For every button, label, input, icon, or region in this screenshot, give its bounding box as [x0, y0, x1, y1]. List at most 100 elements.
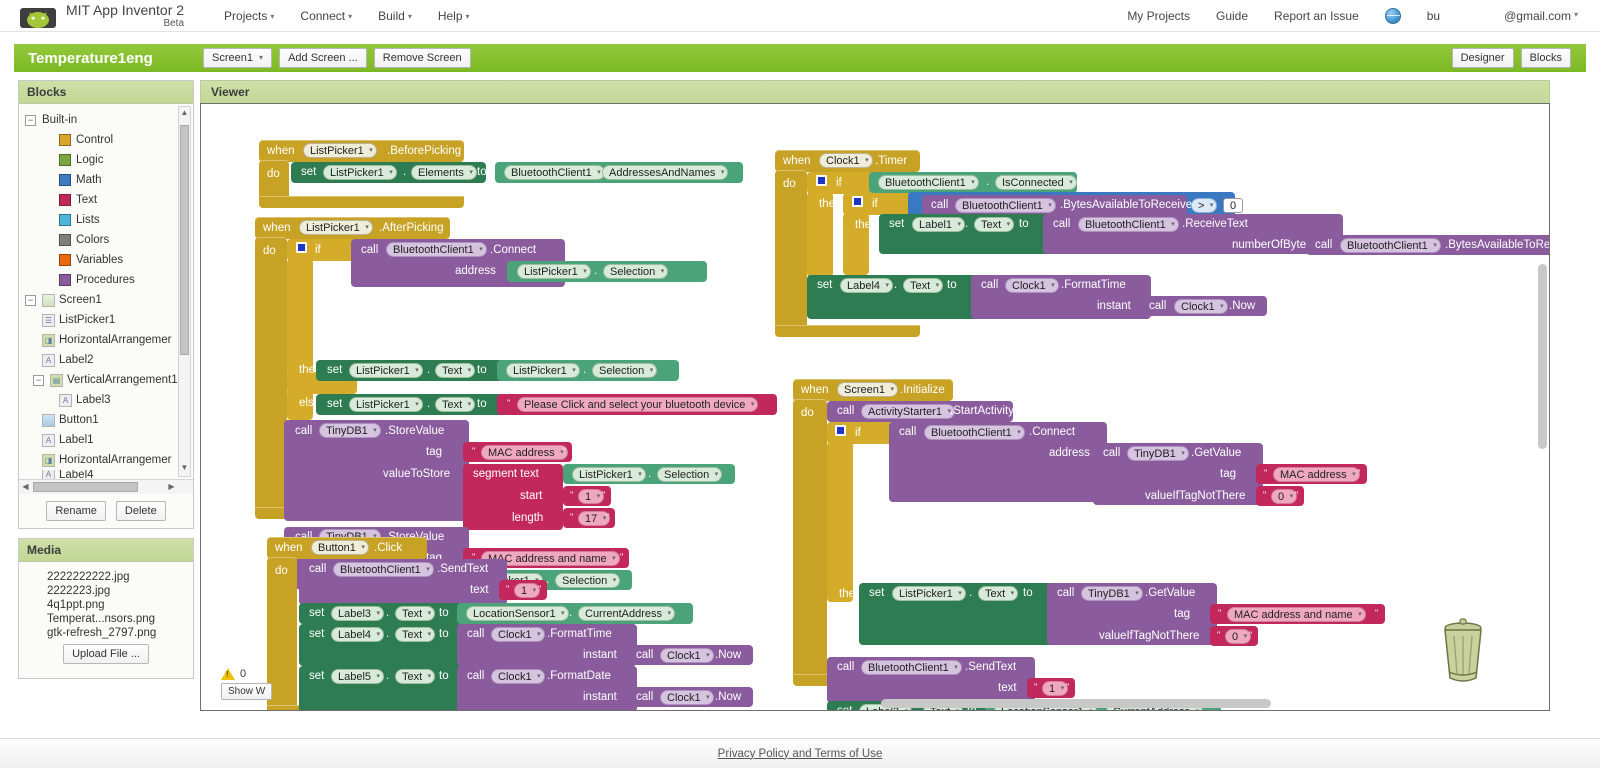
tree-node-verticalarrangement1[interactable]: − ▤ VerticalArrangement1: [25, 370, 193, 390]
set3-call-component-field[interactable]: Clock1: [491, 669, 545, 684]
tree-node-button1[interactable]: Button1: [25, 410, 193, 430]
account-menu[interactable]: bu @gmail.com ▾: [1427, 9, 1578, 23]
blocks-button[interactable]: Blocks: [1520, 48, 1571, 68]
menu-connect[interactable]: Connect ▾: [300, 9, 352, 23]
value-property-field[interactable]: AddressesAndNames: [602, 165, 729, 180]
then-set-component-field[interactable]: ListPicker1: [892, 586, 966, 601]
set2-property-field[interactable]: Text: [395, 627, 436, 642]
set2-property-field[interactable]: Text: [903, 278, 944, 293]
recv-component-field[interactable]: BluetoothClient1: [1078, 217, 1179, 232]
media-item[interactable]: 4q1ppt.png: [19, 598, 193, 612]
if-property-field[interactable]: IsConnected: [995, 175, 1077, 190]
then-value-property-field[interactable]: Selection: [592, 363, 658, 378]
store2-value-property-field[interactable]: Selection: [555, 573, 621, 588]
media-item[interactable]: 2222223.jpg: [19, 584, 193, 598]
scroll-left-icon[interactable]: ◀: [20, 482, 31, 492]
activity-component-field[interactable]: ActivityStarter1: [861, 404, 955, 419]
then-getvalue-tag-field[interactable]: MAC address and name: [1227, 607, 1366, 622]
tree-node-listpicker1[interactable]: ☰ ListPicker1: [25, 310, 193, 330]
designer-button[interactable]: Designer: [1451, 48, 1514, 68]
set3-component-field[interactable]: Label5: [331, 669, 385, 684]
link-my-projects[interactable]: My Projects: [1127, 9, 1190, 23]
set2-call-component-field[interactable]: Clock1: [1005, 278, 1059, 293]
set1-value-property-field[interactable]: CurrentAddress: [578, 606, 676, 621]
then-getvalue-component-field[interactable]: TinyDB1: [1081, 586, 1143, 601]
tree-node-horizontalarrangement-2[interactable]: ◨ HorizontalArrangemer: [25, 450, 193, 470]
add-screen-button[interactable]: Add Screen ...: [279, 48, 367, 68]
start-value-field[interactable]: 1: [578, 489, 605, 504]
call-component-field[interactable]: BluetoothClient1: [386, 242, 487, 257]
getvalue-default-field[interactable]: 0: [1271, 489, 1298, 504]
tree-vertical-scrollbar[interactable]: ▲ ▼: [178, 106, 191, 477]
tree-node-label4[interactable]: A Label4: [25, 470, 193, 479]
getvalue-component-field[interactable]: TinyDB1: [1127, 446, 1189, 461]
scroll-down-icon[interactable]: ▼: [180, 463, 189, 475]
tree-node-label2[interactable]: A Label2: [25, 350, 193, 370]
if-mutator-icon[interactable]: [296, 242, 307, 253]
globe-icon[interactable]: [1384, 7, 1401, 24]
then-set-property-field[interactable]: Text: [435, 363, 476, 378]
compare-operator-field[interactable]: >: [1191, 198, 1218, 213]
if-component-field[interactable]: BluetoothClient1: [878, 175, 979, 190]
tree-node-logic[interactable]: Logic: [25, 150, 193, 170]
scrollbar-thumb[interactable]: [33, 482, 138, 492]
tree-node-variables[interactable]: Variables: [25, 250, 193, 270]
event-component-field[interactable]: Clock1: [819, 153, 873, 168]
address-component-field[interactable]: ListPicker1: [517, 264, 591, 279]
inner-call-component-field[interactable]: BluetoothClient1: [955, 198, 1056, 213]
menu-build[interactable]: Build ▾: [378, 9, 412, 23]
set-component-field[interactable]: ListPicker1: [323, 165, 397, 180]
screen-selector[interactable]: Screen1 ▾: [203, 48, 273, 68]
then-set-component-field[interactable]: ListPicker1: [349, 363, 423, 378]
set-label1-property-field[interactable]: Text: [974, 217, 1015, 232]
tree-node-procedures[interactable]: Procedures: [25, 270, 193, 290]
tree-node-screen1[interactable]: − Screen1: [25, 290, 193, 310]
send-component-field[interactable]: BluetoothClient1: [861, 660, 962, 675]
set-label1-component-field[interactable]: Label1: [912, 217, 966, 232]
show-warnings-button[interactable]: Show W: [221, 683, 273, 700]
privacy-policy-link[interactable]: Privacy Policy and Terms of Use: [718, 748, 883, 760]
bytes-component-field[interactable]: BluetoothClient1: [1340, 238, 1441, 253]
send-component-field[interactable]: BluetoothClient1: [333, 562, 434, 577]
set1-component-field[interactable]: Label3: [331, 606, 385, 621]
tree-node-label3[interactable]: A Label3: [25, 390, 193, 410]
compare-value-field[interactable]: 0: [1223, 198, 1244, 213]
else-set-component-field[interactable]: ListPicker1: [349, 397, 423, 412]
tree-node-math[interactable]: Math: [25, 170, 193, 190]
getvalue-tag-field[interactable]: MAC address: [1273, 467, 1360, 482]
set1-property-field[interactable]: Text: [395, 606, 436, 621]
set2-instant-component-field[interactable]: Clock1: [660, 648, 714, 663]
event-component-field[interactable]: Button1: [311, 540, 369, 555]
trash-icon[interactable]: [1432, 616, 1494, 686]
tree-node-text[interactable]: Text: [25, 190, 193, 210]
collapse-toggle-icon[interactable]: −: [33, 374, 44, 386]
link-report-an-issue[interactable]: Report an Issue: [1274, 9, 1359, 23]
set2-component-field[interactable]: Label4: [840, 278, 894, 293]
store1-component-field[interactable]: TinyDB1: [319, 423, 381, 438]
tree-node-label1[interactable]: A Label1: [25, 430, 193, 450]
blocks-canvas[interactable]: when ListPicker1 .BeforePicking do set L…: [200, 103, 1550, 711]
scroll-right-icon[interactable]: ▶: [166, 482, 177, 492]
remove-screen-button[interactable]: Remove Screen: [373, 48, 471, 68]
then-getvalue-default-field[interactable]: 0: [1225, 629, 1252, 644]
connect-component-field[interactable]: BluetoothClient1: [924, 425, 1025, 440]
set3-instant-component-field[interactable]: Clock1: [660, 690, 714, 705]
address-property-field[interactable]: Selection: [603, 264, 669, 279]
canvas-horizontal-scrollbar[interactable]: [881, 699, 1271, 708]
segment-property-field[interactable]: Selection: [657, 467, 723, 482]
scroll-up-icon[interactable]: ▲: [180, 108, 189, 120]
inner-if-mutator-icon[interactable]: [852, 196, 863, 207]
send-text-field[interactable]: 1: [1042, 681, 1069, 696]
link-guide[interactable]: Guide: [1216, 9, 1248, 23]
canvas-vertical-scrollbar[interactable]: [1538, 264, 1547, 449]
set3-property-field[interactable]: Text: [395, 669, 436, 684]
menu-help[interactable]: Help ▾: [438, 9, 470, 23]
set2-call-component-field[interactable]: Clock1: [491, 627, 545, 642]
set2-instant-component-field[interactable]: Clock1: [1174, 299, 1228, 314]
event-component-field[interactable]: ListPicker1: [303, 143, 377, 158]
delete-button[interactable]: Delete: [115, 501, 166, 521]
rename-button[interactable]: Rename: [46, 501, 106, 521]
set-property-field[interactable]: Elements: [411, 165, 477, 180]
event-component-field[interactable]: Screen1: [837, 382, 898, 397]
event-component-field[interactable]: ListPicker1: [299, 220, 373, 235]
